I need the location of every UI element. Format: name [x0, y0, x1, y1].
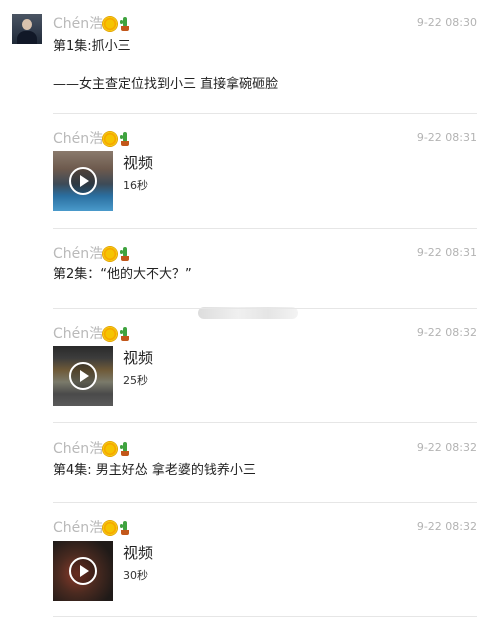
- message-header: Chén浩 9-22 08:32: [53, 324, 477, 344]
- message-3: Chén浩 9-22 08:31 第2集：“他的大不大？”: [53, 244, 477, 284]
- message-time: 9-22 08:31: [416, 131, 477, 144]
- message-time: 9-22 08:31: [416, 246, 477, 259]
- sender-name[interactable]: Chén浩: [53, 439, 103, 459]
- avatar-body: [17, 31, 37, 44]
- sun-icon: [103, 132, 117, 146]
- message-1: Chén浩 9-22 08:30 第1集:抓小三 ——女主查定位找到小三 直接拿…: [53, 14, 477, 94]
- video-message[interactable]: 视频 16秒: [53, 151, 477, 211]
- sender-name[interactable]: Chén浩: [53, 129, 103, 149]
- sender-name[interactable]: Chén浩: [53, 14, 103, 34]
- video-duration: 16秒: [123, 179, 148, 192]
- message-header: Chén浩 9-22 08:32: [53, 518, 477, 538]
- video-message[interactable]: 视频 25秒: [53, 346, 477, 406]
- sun-icon: [103, 442, 117, 456]
- video-thumbnail[interactable]: [53, 541, 113, 601]
- sun-icon: [103, 327, 117, 341]
- name-badges: [103, 247, 130, 261]
- video-label: 视频: [123, 349, 154, 367]
- divider: [53, 616, 477, 617]
- message-header: Chén浩 9-22 08:30: [53, 14, 477, 34]
- sender-name[interactable]: Chén浩: [53, 244, 103, 264]
- message-5: Chén浩 9-22 08:32 第4集: 男主好怂 拿老婆的钱养小三: [53, 439, 477, 480]
- video-message[interactable]: 视频 30秒: [53, 541, 477, 601]
- message-time: 9-22 08:30: [416, 16, 477, 29]
- message-time: 9-22 08:32: [416, 326, 477, 339]
- message-text[interactable]: 第1集:抓小三: [53, 38, 477, 56]
- video-duration: 30秒: [123, 569, 148, 582]
- message-2: Chén浩 9-22 08:31 视频 16秒: [53, 129, 477, 211]
- name-badges: [103, 521, 130, 535]
- cactus-icon: [120, 327, 130, 341]
- message-time: 9-22 08:32: [416, 520, 477, 533]
- message-header: Chén浩 9-22 08:31: [53, 244, 477, 264]
- sender-name[interactable]: Chén浩: [53, 518, 103, 538]
- message-6: Chén浩 9-22 08:32 视频 30秒: [53, 518, 477, 601]
- message-time: 9-22 08:32: [416, 441, 477, 454]
- name-badges: [103, 442, 130, 456]
- message-header: Chén浩 9-22 08:31: [53, 129, 477, 149]
- sun-icon: [103, 521, 117, 535]
- divider: [53, 422, 477, 423]
- message-header: Chén浩 9-22 08:32: [53, 439, 477, 459]
- cactus-icon: [120, 247, 130, 261]
- message-text-2[interactable]: ——女主查定位找到小三 直接拿碗砸脸: [53, 76, 477, 94]
- message-text[interactable]: 第4集: 男主好怂 拿老婆的钱养小三: [53, 462, 477, 480]
- divider: [53, 502, 477, 503]
- avatar[interactable]: [12, 14, 42, 44]
- play-icon[interactable]: [69, 557, 97, 585]
- avatar-head: [22, 19, 32, 30]
- video-thumbnail[interactable]: [53, 151, 113, 211]
- video-label: 视频: [123, 544, 154, 562]
- video-label: 视频: [123, 154, 154, 172]
- sun-icon: [103, 247, 117, 261]
- cactus-icon: [120, 17, 130, 31]
- sender-name[interactable]: Chén浩: [53, 324, 103, 344]
- message-text[interactable]: 第2集：“他的大不大？”: [53, 266, 477, 284]
- sun-icon: [103, 17, 117, 31]
- name-badges: [103, 132, 130, 146]
- play-icon[interactable]: [69, 362, 97, 390]
- name-badges: [103, 327, 130, 341]
- divider: [53, 228, 477, 229]
- cactus-icon: [120, 442, 130, 456]
- video-thumbnail[interactable]: [53, 346, 113, 406]
- divider: [53, 113, 477, 114]
- message-4: Chén浩 9-22 08:32 视频 25秒: [53, 324, 477, 406]
- video-duration: 25秒: [123, 374, 148, 387]
- play-icon[interactable]: [69, 167, 97, 195]
- divider: [53, 308, 477, 309]
- name-badges: [103, 17, 130, 31]
- cactus-icon: [120, 521, 130, 535]
- cactus-icon: [120, 132, 130, 146]
